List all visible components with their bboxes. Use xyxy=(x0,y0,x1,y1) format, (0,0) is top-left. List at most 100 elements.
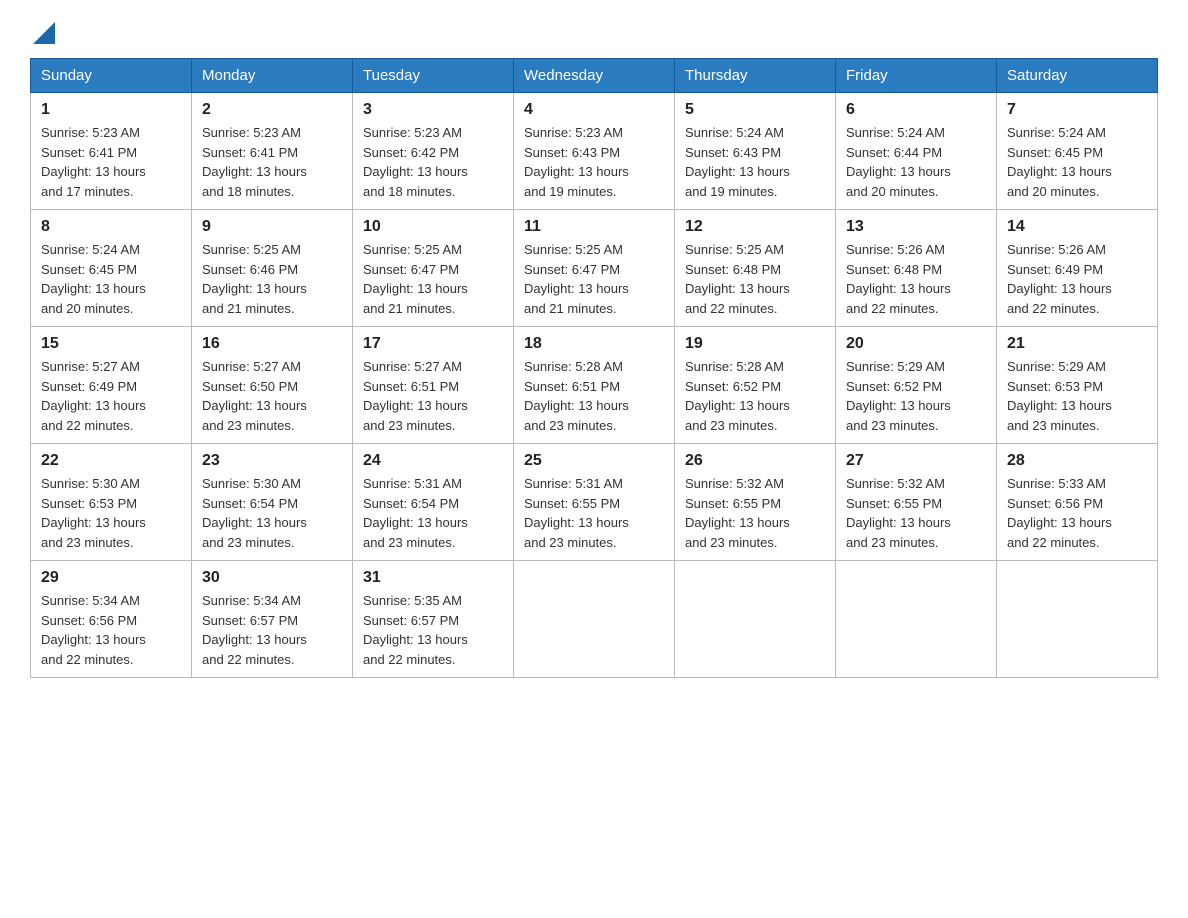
day-number: 18 xyxy=(524,335,664,353)
day-info: Sunrise: 5:26 AM Sunset: 6:48 PM Dayligh… xyxy=(846,240,986,318)
calendar-cell: 17 Sunrise: 5:27 AM Sunset: 6:51 PM Dayl… xyxy=(353,327,514,444)
day-info: Sunrise: 5:28 AM Sunset: 6:52 PM Dayligh… xyxy=(685,357,825,435)
day-number: 4 xyxy=(524,101,664,119)
day-number: 20 xyxy=(846,335,986,353)
calendar-cell: 26 Sunrise: 5:32 AM Sunset: 6:55 PM Dayl… xyxy=(675,444,836,561)
calendar-week-row: 1 Sunrise: 5:23 AM Sunset: 6:41 PM Dayli… xyxy=(31,93,1158,210)
day-number: 12 xyxy=(685,218,825,236)
calendar-cell: 23 Sunrise: 5:30 AM Sunset: 6:54 PM Dayl… xyxy=(192,444,353,561)
day-number: 11 xyxy=(524,218,664,236)
day-info: Sunrise: 5:28 AM Sunset: 6:51 PM Dayligh… xyxy=(524,357,664,435)
weekday-header-row: SundayMondayTuesdayWednesdayThursdayFrid… xyxy=(31,59,1158,93)
day-info: Sunrise: 5:25 AM Sunset: 6:47 PM Dayligh… xyxy=(363,240,503,318)
day-number: 14 xyxy=(1007,218,1147,236)
day-info: Sunrise: 5:24 AM Sunset: 6:45 PM Dayligh… xyxy=(41,240,181,318)
day-info: Sunrise: 5:23 AM Sunset: 6:43 PM Dayligh… xyxy=(524,123,664,201)
day-number: 30 xyxy=(202,569,342,587)
calendar-cell: 7 Sunrise: 5:24 AM Sunset: 6:45 PM Dayli… xyxy=(997,93,1158,210)
day-info: Sunrise: 5:27 AM Sunset: 6:50 PM Dayligh… xyxy=(202,357,342,435)
calendar-cell: 21 Sunrise: 5:29 AM Sunset: 6:53 PM Dayl… xyxy=(997,327,1158,444)
day-number: 23 xyxy=(202,452,342,470)
day-info: Sunrise: 5:31 AM Sunset: 6:54 PM Dayligh… xyxy=(363,474,503,552)
day-info: Sunrise: 5:25 AM Sunset: 6:46 PM Dayligh… xyxy=(202,240,342,318)
calendar-cell: 10 Sunrise: 5:25 AM Sunset: 6:47 PM Dayl… xyxy=(353,210,514,327)
day-info: Sunrise: 5:31 AM Sunset: 6:55 PM Dayligh… xyxy=(524,474,664,552)
day-info: Sunrise: 5:27 AM Sunset: 6:51 PM Dayligh… xyxy=(363,357,503,435)
day-number: 21 xyxy=(1007,335,1147,353)
weekday-header-monday: Monday xyxy=(192,59,353,93)
calendar-cell: 6 Sunrise: 5:24 AM Sunset: 6:44 PM Dayli… xyxy=(836,93,997,210)
day-info: Sunrise: 5:32 AM Sunset: 6:55 PM Dayligh… xyxy=(846,474,986,552)
calendar-cell: 22 Sunrise: 5:30 AM Sunset: 6:53 PM Dayl… xyxy=(31,444,192,561)
day-info: Sunrise: 5:24 AM Sunset: 6:45 PM Dayligh… xyxy=(1007,123,1147,201)
day-info: Sunrise: 5:23 AM Sunset: 6:41 PM Dayligh… xyxy=(202,123,342,201)
day-number: 6 xyxy=(846,101,986,119)
calendar-cell: 4 Sunrise: 5:23 AM Sunset: 6:43 PM Dayli… xyxy=(514,93,675,210)
calendar-cell: 19 Sunrise: 5:28 AM Sunset: 6:52 PM Dayl… xyxy=(675,327,836,444)
logo xyxy=(30,20,55,38)
calendar-cell: 29 Sunrise: 5:34 AM Sunset: 6:56 PM Dayl… xyxy=(31,561,192,678)
calendar-cell: 28 Sunrise: 5:33 AM Sunset: 6:56 PM Dayl… xyxy=(997,444,1158,561)
day-number: 13 xyxy=(846,218,986,236)
calendar-cell: 3 Sunrise: 5:23 AM Sunset: 6:42 PM Dayli… xyxy=(353,93,514,210)
day-number: 5 xyxy=(685,101,825,119)
weekday-header-sunday: Sunday xyxy=(31,59,192,93)
day-info: Sunrise: 5:27 AM Sunset: 6:49 PM Dayligh… xyxy=(41,357,181,435)
calendar-cell: 15 Sunrise: 5:27 AM Sunset: 6:49 PM Dayl… xyxy=(31,327,192,444)
day-info: Sunrise: 5:25 AM Sunset: 6:47 PM Dayligh… xyxy=(524,240,664,318)
day-number: 26 xyxy=(685,452,825,470)
day-info: Sunrise: 5:24 AM Sunset: 6:43 PM Dayligh… xyxy=(685,123,825,201)
day-number: 22 xyxy=(41,452,181,470)
day-number: 28 xyxy=(1007,452,1147,470)
day-info: Sunrise: 5:24 AM Sunset: 6:44 PM Dayligh… xyxy=(846,123,986,201)
calendar-week-row: 22 Sunrise: 5:30 AM Sunset: 6:53 PM Dayl… xyxy=(31,444,1158,561)
day-info: Sunrise: 5:34 AM Sunset: 6:56 PM Dayligh… xyxy=(41,591,181,669)
weekday-header-tuesday: Tuesday xyxy=(353,59,514,93)
calendar-cell: 24 Sunrise: 5:31 AM Sunset: 6:54 PM Dayl… xyxy=(353,444,514,561)
day-info: Sunrise: 5:25 AM Sunset: 6:48 PM Dayligh… xyxy=(685,240,825,318)
calendar-cell: 18 Sunrise: 5:28 AM Sunset: 6:51 PM Dayl… xyxy=(514,327,675,444)
calendar-week-row: 29 Sunrise: 5:34 AM Sunset: 6:56 PM Dayl… xyxy=(31,561,1158,678)
calendar-cell xyxy=(675,561,836,678)
day-number: 3 xyxy=(363,101,503,119)
day-number: 27 xyxy=(846,452,986,470)
day-info: Sunrise: 5:26 AM Sunset: 6:49 PM Dayligh… xyxy=(1007,240,1147,318)
day-number: 8 xyxy=(41,218,181,236)
calendar-cell: 12 Sunrise: 5:25 AM Sunset: 6:48 PM Dayl… xyxy=(675,210,836,327)
calendar-cell xyxy=(997,561,1158,678)
calendar-cell: 2 Sunrise: 5:23 AM Sunset: 6:41 PM Dayli… xyxy=(192,93,353,210)
calendar-week-row: 8 Sunrise: 5:24 AM Sunset: 6:45 PM Dayli… xyxy=(31,210,1158,327)
calendar-cell: 14 Sunrise: 5:26 AM Sunset: 6:49 PM Dayl… xyxy=(997,210,1158,327)
calendar-cell: 30 Sunrise: 5:34 AM Sunset: 6:57 PM Dayl… xyxy=(192,561,353,678)
calendar-cell: 8 Sunrise: 5:24 AM Sunset: 6:45 PM Dayli… xyxy=(31,210,192,327)
day-number: 31 xyxy=(363,569,503,587)
calendar-cell: 1 Sunrise: 5:23 AM Sunset: 6:41 PM Dayli… xyxy=(31,93,192,210)
weekday-header-thursday: Thursday xyxy=(675,59,836,93)
day-info: Sunrise: 5:34 AM Sunset: 6:57 PM Dayligh… xyxy=(202,591,342,669)
day-info: Sunrise: 5:23 AM Sunset: 6:41 PM Dayligh… xyxy=(41,123,181,201)
calendar-cell: 9 Sunrise: 5:25 AM Sunset: 6:46 PM Dayli… xyxy=(192,210,353,327)
day-info: Sunrise: 5:32 AM Sunset: 6:55 PM Dayligh… xyxy=(685,474,825,552)
calendar-cell xyxy=(514,561,675,678)
day-info: Sunrise: 5:29 AM Sunset: 6:53 PM Dayligh… xyxy=(1007,357,1147,435)
day-number: 25 xyxy=(524,452,664,470)
weekday-header-friday: Friday xyxy=(836,59,997,93)
logo-triangle-icon xyxy=(33,22,55,44)
day-info: Sunrise: 5:33 AM Sunset: 6:56 PM Dayligh… xyxy=(1007,474,1147,552)
day-info: Sunrise: 5:30 AM Sunset: 6:54 PM Dayligh… xyxy=(202,474,342,552)
calendar-cell: 20 Sunrise: 5:29 AM Sunset: 6:52 PM Dayl… xyxy=(836,327,997,444)
calendar-cell: 31 Sunrise: 5:35 AM Sunset: 6:57 PM Dayl… xyxy=(353,561,514,678)
day-number: 7 xyxy=(1007,101,1147,119)
calendar-cell: 13 Sunrise: 5:26 AM Sunset: 6:48 PM Dayl… xyxy=(836,210,997,327)
day-number: 15 xyxy=(41,335,181,353)
day-number: 10 xyxy=(363,218,503,236)
day-number: 2 xyxy=(202,101,342,119)
day-number: 17 xyxy=(363,335,503,353)
day-info: Sunrise: 5:23 AM Sunset: 6:42 PM Dayligh… xyxy=(363,123,503,201)
weekday-header-saturday: Saturday xyxy=(997,59,1158,93)
page-header xyxy=(30,20,1158,38)
day-number: 29 xyxy=(41,569,181,587)
day-number: 19 xyxy=(685,335,825,353)
calendar-cell: 5 Sunrise: 5:24 AM Sunset: 6:43 PM Dayli… xyxy=(675,93,836,210)
calendar-week-row: 15 Sunrise: 5:27 AM Sunset: 6:49 PM Dayl… xyxy=(31,327,1158,444)
